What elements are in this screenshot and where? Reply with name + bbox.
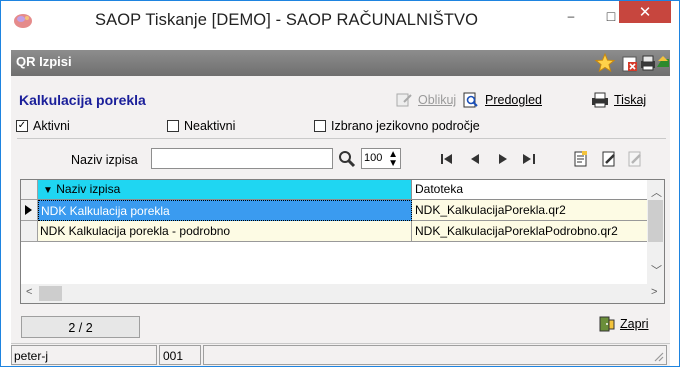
checkbox-language-box[interactable] xyxy=(314,120,326,132)
spin-arrows-icon[interactable]: ▲ ▼ xyxy=(388,150,398,169)
reports-grid: ▼ Naziv izpisa Datoteka NDK Kalkulacija … xyxy=(20,179,665,304)
column-header-file-label: Datoteka xyxy=(415,182,464,196)
close-button[interactable]: Zapri xyxy=(598,316,648,332)
next-icon xyxy=(499,154,507,164)
limit-value: 100 xyxy=(364,152,383,164)
checkbox-inactive-box[interactable] xyxy=(167,120,179,132)
grid-corner xyxy=(21,180,38,200)
table-row[interactable]: NDK Kalkulacija porekla NDK_KalkulacijaP… xyxy=(21,200,648,221)
horizontal-scrollbar[interactable]: < > xyxy=(21,284,664,303)
scroll-right-icon[interactable]: > xyxy=(651,286,657,298)
current-row-icon xyxy=(25,205,32,215)
sort-desc-icon: ▼ xyxy=(43,185,53,196)
edit-disabled-button[interactable] xyxy=(625,148,645,170)
record-counter: 2 / 2 xyxy=(21,316,140,338)
delete-icon[interactable] xyxy=(620,53,640,73)
next-record-button[interactable] xyxy=(495,148,511,170)
status-code: 001 xyxy=(159,345,201,365)
content-panel: Kalkulacija porekla Oblikuj Predogled Ti… xyxy=(11,76,670,366)
minimize-icon: – xyxy=(567,9,575,23)
form-title: Kalkulacija porekla xyxy=(19,92,146,108)
close-label: Zapri xyxy=(620,317,649,331)
first-record-button[interactable] xyxy=(439,148,455,170)
star-icon[interactable] xyxy=(595,53,615,73)
design-label: Oblikuj xyxy=(418,93,457,107)
vertical-scrollbar[interactable]: ︿ ﹀ xyxy=(647,180,664,284)
close-window-button[interactable]: ✕ xyxy=(619,1,671,23)
app-icon xyxy=(14,14,32,28)
status-empty xyxy=(203,345,667,365)
close-icon: ✕ xyxy=(638,4,652,21)
checkbox-language-label: Izbrano jezikovno področje xyxy=(331,119,480,133)
checkbox-active[interactable]: ✓ Aktivni xyxy=(16,119,70,133)
document-button[interactable] xyxy=(571,148,591,170)
preview-button[interactable]: Predogled xyxy=(462,92,542,108)
design-button[interactable]: Oblikuj xyxy=(395,92,456,108)
close-door-icon xyxy=(599,316,615,332)
prev-record-button[interactable] xyxy=(467,148,483,170)
first-icon xyxy=(441,154,452,164)
cell-name[interactable]: NDK Kalkulacija porekla xyxy=(38,200,412,221)
divider xyxy=(17,138,666,139)
cell-file[interactable]: NDK_KalkulacijaPorekla.qr2 xyxy=(412,200,648,221)
checkbox-inactive-label: Neaktivni xyxy=(184,119,236,133)
scroll-down-icon[interactable]: ﹀ xyxy=(651,262,662,278)
title-bar[interactable]: SAOP Tiskanje [DEMO] - SAOP RAČUNALNIŠTV… xyxy=(1,1,679,39)
preview-icon xyxy=(463,92,478,108)
export-icon[interactable] xyxy=(656,53,670,73)
window-title: SAOP Tiskanje [DEMO] - SAOP RAČUNALNIŠTV… xyxy=(95,11,479,29)
preview-label: Predogled xyxy=(485,93,542,107)
checkbox-active-label: Aktivni xyxy=(33,119,70,133)
edit-icon xyxy=(602,151,615,167)
cell-name[interactable]: NDK Kalkulacija porekla - podrobno xyxy=(38,221,412,242)
printer-settings-icon[interactable] xyxy=(638,53,658,73)
app-window: SAOP Tiskanje [DEMO] - SAOP RAČUNALNIŠTV… xyxy=(0,0,680,367)
last-record-button[interactable] xyxy=(521,148,537,170)
disabled-edit-icon xyxy=(628,151,641,167)
last-icon xyxy=(523,154,535,164)
maximize-icon: □ xyxy=(606,8,616,24)
column-header-name-label: Naziv izpisa xyxy=(56,182,121,196)
search-input[interactable] xyxy=(151,148,333,169)
prev-icon xyxy=(471,154,479,164)
status-user: peter-j xyxy=(11,345,157,365)
print-icon xyxy=(592,92,608,108)
search-icon xyxy=(339,151,356,168)
edit-button[interactable] xyxy=(599,148,619,170)
column-header-name[interactable]: ▼ Naziv izpisa xyxy=(38,180,412,200)
document-icon xyxy=(574,151,587,167)
table-row[interactable]: NDK Kalkulacija porekla - podrobno NDK_K… xyxy=(21,221,648,242)
vertical-scroll-thumb[interactable] xyxy=(648,200,663,242)
resize-grip-icon[interactable] xyxy=(652,350,664,362)
scroll-up-icon[interactable]: ︿ xyxy=(651,184,662,200)
scroll-left-icon[interactable]: < xyxy=(26,286,32,298)
design-icon xyxy=(396,93,412,107)
checkbox-inactive[interactable]: Neaktivni xyxy=(167,119,235,133)
section-title: QR Izpisi xyxy=(16,54,72,69)
status-bar: peter-j 001 xyxy=(11,343,670,365)
section-header: QR Izpisi xyxy=(11,50,670,76)
row-indicator[interactable] xyxy=(21,200,38,221)
print-button[interactable]: Tiskaj xyxy=(591,92,646,108)
horizontal-scroll-thumb[interactable] xyxy=(39,286,62,301)
minimize-button[interactable]: – xyxy=(549,1,593,31)
checkbox-language[interactable]: Izbrano jezikovno področje xyxy=(314,119,480,133)
search-label: Naziv izpisa xyxy=(71,153,138,167)
cell-file[interactable]: NDK_KalkulacijaPoreklaPodrobno.qr2 xyxy=(412,221,648,242)
search-button[interactable] xyxy=(337,148,357,170)
grid-header: ▼ Naziv izpisa Datoteka xyxy=(21,180,664,200)
checkbox-active-box[interactable]: ✓ xyxy=(16,120,28,132)
print-label: Tiskaj xyxy=(614,93,647,107)
row-indicator[interactable] xyxy=(21,221,38,242)
limit-stepper[interactable]: 100 ▲ ▼ xyxy=(361,148,401,169)
column-header-file[interactable]: Datoteka xyxy=(412,180,648,200)
